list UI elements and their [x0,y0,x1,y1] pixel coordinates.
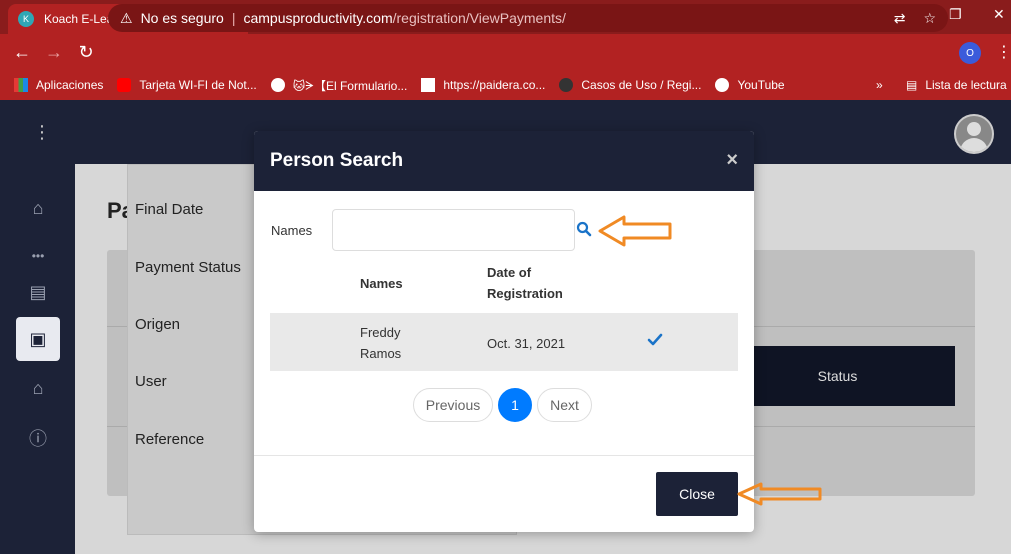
bookmarks-more-icon[interactable]: » [876,78,883,92]
filter-final-date: Final Date [135,201,204,218]
person-search-modal: Person Search × Names Names Date of Regi… [254,131,754,532]
restore-icon[interactable]: ❐ [949,6,962,23]
forward-icon[interactable]: → [38,42,70,63]
bookmark-casos-de-uso[interactable]: Casos de Uso / Regi... [559,78,701,92]
reading-list-button[interactable]: ▤ Lista de lectura [906,78,1007,92]
bookmark-tarjeta[interactable]: Tarjeta WI-FI de Not... [117,78,257,92]
filter-payment-status: Payment Status [135,259,241,276]
translate-icon[interactable]: ⇄ [894,10,906,27]
app-sidebar: ⌂ ••• ▤ ▣ ⌂ ⓘ [0,164,75,554]
browser-menu-icon[interactable]: ⋮ [996,42,1011,62]
user-avatar[interactable] [954,114,994,154]
annotation-arrow-search [598,215,672,247]
bookmark-star-icon[interactable]: ☆ [923,10,936,27]
info-icon[interactable]: ⓘ [16,416,60,460]
column-header-date-line2: Registration [487,286,563,301]
security-label: No es seguro [140,10,224,26]
search-icon[interactable] [575,220,593,238]
globe-icon [715,78,730,92]
modal-footer-divider [254,455,754,456]
select-check-icon[interactable] [647,333,663,347]
status-column-header: Status [720,346,955,406]
url-separator: | [231,10,236,26]
bookmarks-bar: Aplicaciones Tarjeta WI-FI de Not... 🐱ᗒ【… [0,70,1011,100]
bookmark-apps[interactable]: Aplicaciones [14,78,103,92]
filter-origen: Origen [135,316,181,333]
back-icon[interactable]: ← [6,42,38,63]
window-close-icon[interactable]: ✕ [993,6,1005,23]
column-header-names: Names [360,276,403,291]
modal-header: Person Search × [254,131,754,191]
row-name-line1: Freddy [360,325,401,340]
filter-reference: Reference [135,431,205,448]
address-bar-row: ← → ↻ [0,34,1011,70]
row-date: Oct. 31, 2021 [487,336,566,351]
warning-icon[interactable]: ⚠ [120,10,133,27]
pagination-previous-button[interactable]: Previous [413,388,493,422]
profile-avatar[interactable]: O [959,42,981,64]
pagination-next-button[interactable]: Next [537,388,592,422]
globe-icon [270,78,285,92]
row-name-line2: Ramos [360,346,402,361]
bookmark-youtube[interactable]: YouTube [715,78,785,92]
youtube-icon [117,78,132,92]
apps-icon [14,78,28,92]
bookmark-formulario[interactable]: 🐱ᗒ【El Formulario... [270,77,407,94]
bookmark-paidera[interactable]: https://paidera.co... [421,78,545,92]
dark-circle-icon [559,78,574,92]
id-card-icon[interactable]: ▣ [16,317,60,361]
bank-icon[interactable]: ⌂ [16,366,60,410]
reading-list-icon: ▤ [906,78,918,92]
column-header-date-line1: Date of [487,265,532,280]
filter-user: User [135,373,167,390]
app-menu-icon[interactable]: ⋮ [33,122,51,143]
names-label: Names [271,223,313,238]
url-omnibox[interactable]: ⚠ No es seguro | campusproductivity.com … [108,4,948,32]
names-search-input[interactable] [332,209,575,251]
page-icon [421,78,436,92]
url-domain: campusproductivity.com [243,10,393,26]
close-button[interactable]: Close [656,472,738,516]
url-path: /registration/ViewPayments/ [392,10,566,26]
modal-close-icon[interactable]: × [726,149,738,172]
reload-icon[interactable]: ↻ [70,42,102,63]
site-favicon-icon: K [18,11,34,27]
teacher-icon[interactable]: ▤ [16,270,60,314]
annotation-arrow-close [737,482,822,506]
home-icon[interactable]: ⌂ [16,186,60,230]
modal-title: Person Search [270,150,404,171]
pagination-page-1-button[interactable]: 1 [498,388,532,422]
